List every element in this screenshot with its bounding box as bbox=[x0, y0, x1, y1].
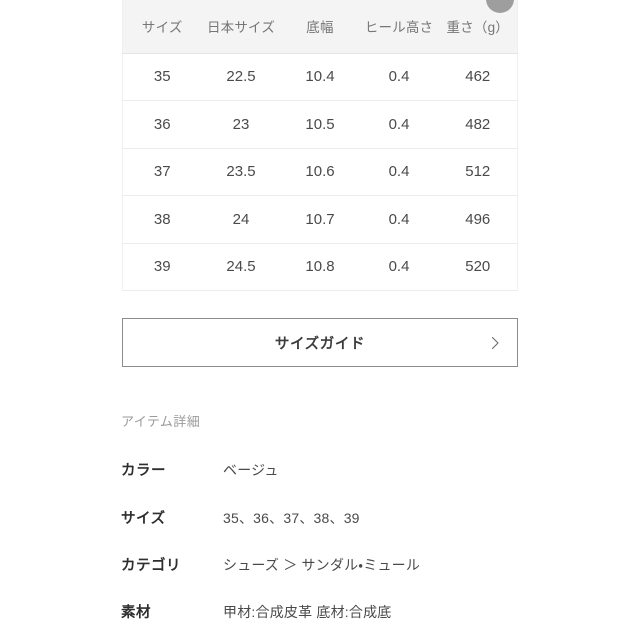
cell-size: 36 bbox=[122, 100, 202, 149]
cell-sole-width: 10.7 bbox=[280, 195, 360, 244]
detail-row-category: カテゴリ シューズ ＞ サンダル・ミュール bbox=[121, 554, 621, 574]
cell-japan-size: 23.5 bbox=[201, 148, 281, 196]
cell-size: 39 bbox=[122, 243, 202, 291]
detail-label-material: 素材 bbox=[121, 605, 151, 621]
cell-sole-width: 10.4 bbox=[280, 53, 360, 101]
cell-heel-height: 0.4 bbox=[359, 53, 439, 101]
column-header-size: サイズ bbox=[122, 0, 202, 54]
detail-value-size: 35、36、37、38、39 bbox=[223, 510, 360, 526]
table-header-row: サイズ 日本サイズ 底幅 ヒール高さ 重さ（g） bbox=[122, 0, 518, 54]
cell-heel-height: 0.4 bbox=[359, 148, 439, 196]
detail-value-color: ベージュ bbox=[223, 462, 279, 478]
detail-label-size: サイズ bbox=[121, 511, 166, 527]
column-header-sole-width: 底幅 bbox=[280, 0, 360, 54]
size-guide-label: サイズガイド bbox=[274, 336, 366, 352]
cell-heel-height: 0.4 bbox=[359, 243, 439, 291]
cell-sole-width: 10.5 bbox=[280, 100, 360, 149]
cell-weight: 462 bbox=[438, 53, 518, 101]
table-body: 35 22.5 10.4 0.4 462 36 23 10.5 0.4 482 … bbox=[122, 53, 518, 291]
detail-row-material: 素材 甲材:合成皮革 底材:合成底 bbox=[121, 601, 621, 621]
cell-japan-size: 24 bbox=[201, 195, 281, 244]
detail-label-color: カラー bbox=[121, 463, 166, 479]
cell-weight: 520 bbox=[438, 243, 518, 291]
cell-heel-height: 0.4 bbox=[359, 100, 439, 149]
cell-sole-width: 10.6 bbox=[280, 148, 360, 196]
cell-heel-height: 0.4 bbox=[359, 195, 439, 244]
table-row: 36 23 10.5 0.4 482 bbox=[122, 100, 518, 149]
cell-weight: 512 bbox=[438, 148, 518, 196]
detail-value-category[interactable]: シューズ ＞ サンダル・ミュール bbox=[223, 555, 420, 575]
table-header: サイズ 日本サイズ 底幅 ヒール高さ 重さ（g） bbox=[122, 0, 518, 54]
cell-size: 35 bbox=[122, 53, 202, 101]
detail-row-size: サイズ 35、36、37、38、39 bbox=[121, 507, 621, 527]
table-row: 35 22.5 10.4 0.4 462 bbox=[122, 53, 518, 101]
cell-japan-size: 24.5 bbox=[201, 243, 281, 291]
size-specification-table: サイズ 日本サイズ 底幅 ヒール高さ 重さ（g） 35 22.5 10.4 0.… bbox=[122, 0, 518, 291]
item-details-heading: アイテム詳細 bbox=[121, 414, 201, 429]
size-guide-button[interactable]: サイズガイド bbox=[122, 318, 518, 367]
cell-size: 38 bbox=[122, 195, 202, 244]
detail-row-color: カラー ベージュ bbox=[121, 459, 621, 479]
cell-japan-size: 23 bbox=[201, 100, 281, 149]
column-header-heel-height: ヒール高さ bbox=[359, 0, 439, 54]
cell-sole-width: 10.8 bbox=[280, 243, 360, 291]
chevron-right-icon bbox=[487, 335, 503, 351]
cell-size: 37 bbox=[122, 148, 202, 196]
cell-weight: 496 bbox=[438, 195, 518, 244]
table-row: 37 23.5 10.6 0.4 512 bbox=[122, 148, 518, 196]
column-header-japan-size: 日本サイズ bbox=[201, 0, 281, 54]
detail-label-category: カテゴリ bbox=[121, 558, 181, 574]
table-row: 39 24.5 10.8 0.4 520 bbox=[122, 243, 518, 291]
cell-weight: 482 bbox=[438, 100, 518, 149]
detail-value-material: 甲材:合成皮革 底材:合成底 bbox=[223, 604, 392, 620]
table-row: 38 24 10.7 0.4 496 bbox=[122, 195, 518, 244]
cell-japan-size: 22.5 bbox=[201, 53, 281, 101]
